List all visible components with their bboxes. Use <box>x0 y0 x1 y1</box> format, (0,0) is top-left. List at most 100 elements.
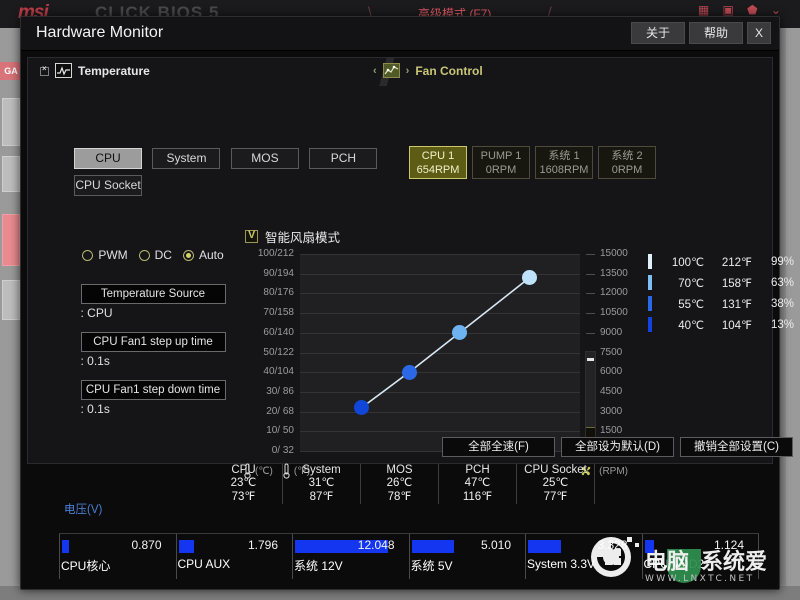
next-arrow-icon[interactable]: › <box>406 65 410 77</box>
y-axis-left-tick: 80/176 <box>263 287 294 299</box>
legend-duty: 38% <box>770 297 794 310</box>
fan-tab-system2-name: 系统 2 <box>611 150 643 162</box>
voltage-value: 1.796 <box>247 538 278 552</box>
legend-swatch <box>648 254 652 269</box>
voltage-cell-3: 12.048 系统 12V <box>292 534 409 579</box>
fan-section-header: ‹ › Fan Control <box>373 63 483 78</box>
voltage-name: CPU AUX <box>177 557 231 571</box>
y-axis-left-tick: 40/104 <box>263 366 294 378</box>
y-axis-left-tick: 70/158 <box>263 307 294 319</box>
rail-tab-3[interactable] <box>2 214 20 266</box>
fan-tab-cpu1-rpm: 654RPM <box>416 164 460 176</box>
y-axis-right-tick: 9000 <box>600 326 623 338</box>
voltage-bar-fill <box>411 540 455 553</box>
y-axis-tick-mark <box>586 273 595 275</box>
fan-tab-system2[interactable]: 系统 2 0RPM <box>598 146 656 179</box>
legend-fahrenheit: 158℉ <box>721 277 752 290</box>
voltage-name: 系统 5V <box>410 559 453 573</box>
radio-pwm[interactable] <box>82 249 94 261</box>
svg-text:电脑: 电脑 <box>645 549 689 575</box>
fan-control-column: PWM DC Auto Temperature Source : CPU CPU… <box>68 248 238 428</box>
fan-tab-system1-rpm: 1608RPM <box>539 164 589 176</box>
legend-fahrenheit: 131℉ <box>721 298 752 311</box>
radio-dc[interactable] <box>138 249 150 261</box>
fan-tab-system2-rpm: 0RPM <box>611 164 643 176</box>
y-axis-right-tick: 13500 <box>600 267 628 279</box>
temperature-source-button[interactable]: Temperature Source <box>80 284 226 304</box>
radio-auto[interactable] <box>182 249 194 261</box>
legend-swatch <box>648 317 652 332</box>
y-axis-right-tick: 15000 <box>600 248 628 259</box>
legend-row-2: 70℃ 158℉ 63% <box>648 272 794 293</box>
y-axis-left-tick: 60/140 <box>263 326 294 338</box>
fan-curve-plot-area[interactable]: 100/212 15000 90/194 13500 80/176 12000 70/158… <box>258 248 628 456</box>
tab-pch[interactable]: PCH <box>309 148 378 169</box>
temperature-source-value: : CPU <box>80 306 113 320</box>
temperature-tabs: CPU System MOS PCH CPU Socket <box>74 148 383 196</box>
fan-tab-cpu1[interactable]: CPU 1 654RPM <box>409 146 467 179</box>
bios-rail-tag: GA <box>0 62 22 80</box>
readout-fahrenheit: 73℉ <box>231 490 256 503</box>
prev-arrow-icon[interactable]: ‹ <box>373 65 377 77</box>
legend-duty: 63% <box>770 276 794 289</box>
fan-selector-tabs: CPU 1 654RPM PUMP 1 0RPM 系统 1 1608RPM 系统… <box>409 146 656 179</box>
voltage-name: CPU核心 <box>61 559 111 573</box>
step-down-time-button[interactable]: CPU Fan1 step down time <box>80 380 226 400</box>
voltage-cell-2: 1.796 CPU AUX <box>175 534 293 579</box>
tab-system[interactable]: System <box>152 148 221 169</box>
legend-fahrenheit: 104℉ <box>721 319 752 332</box>
readout-fahrenheit: 116℉ <box>462 490 493 503</box>
readout-name: CPU Socket <box>524 463 587 476</box>
fan-curve-line <box>361 277 531 409</box>
rail-tab-2[interactable] <box>2 156 20 192</box>
rpm-slider-handle[interactable] <box>587 358 594 361</box>
readout-fahrenheit: 87℉ <box>309 490 334 503</box>
readout-fahrenheit: 78℉ <box>387 490 412 503</box>
help-button[interactable]: 帮助 <box>689 22 743 44</box>
fan-tab-pump1-rpm: 0RPM <box>485 164 517 176</box>
all-default-button[interactable]: 全部设为默认(D) <box>561 437 674 457</box>
smart-fan-mode-row[interactable]: 智能风扇模式 <box>245 227 340 246</box>
tab-cpu[interactable]: CPU <box>74 148 142 169</box>
radio-dc-label: DC <box>154 248 172 262</box>
y-axis-tick-mark <box>586 332 595 334</box>
temperature-checkbox-icon[interactable] <box>40 64 49 76</box>
about-button[interactable]: 关于 <box>631 22 685 44</box>
y-axis-right-tick: 12000 <box>600 287 628 299</box>
step-up-time-button[interactable]: CPU Fan1 step up time <box>80 332 226 352</box>
readout-name: System <box>302 463 341 476</box>
legend-row-1: 100℃ 212℉ 99% <box>648 251 794 272</box>
rail-tab-4[interactable] <box>2 280 20 320</box>
y-axis-right-tick: 7500 <box>600 346 623 358</box>
fan-graph-icon <box>382 63 400 78</box>
voltage-value: 5.010 <box>480 538 511 552</box>
y-axis-left-tick: 10/ 50 <box>266 425 294 437</box>
legend-celsius: 100℃ <box>671 256 704 269</box>
radio-pwm-label: PWM <box>98 248 128 262</box>
readout-fahrenheit: 77℉ <box>543 490 568 503</box>
smart-fan-mode-checkbox[interactable] <box>245 229 258 243</box>
undo-all-button[interactable]: 撤销全部设置(C) <box>680 437 793 457</box>
voltage-value: 12.048 <box>357 538 395 552</box>
y-axis-left-tick: 0/ 32 <box>271 445 294 456</box>
temperature-section-header: Temperature <box>40 63 150 78</box>
bios-status-icons: ▦ ▣ ⬟ ⌄ <box>697 3 786 17</box>
readout-celsius: 26℃ <box>386 477 413 490</box>
readout-celsius: 47℃ <box>464 477 491 490</box>
step-up-time-value: : 0.1s <box>80 354 110 368</box>
fan-curve-point-2[interactable] <box>401 364 417 380</box>
fan-tab-pump1[interactable]: PUMP 1 0RPM <box>472 146 530 179</box>
tab-cpu-socket[interactable]: CPU Socket <box>74 175 142 196</box>
y-axis-right-tick: 10500 <box>600 307 628 319</box>
y-axis-left-tick: 90/194 <box>263 267 294 279</box>
tab-mos[interactable]: MOS <box>230 148 299 169</box>
rail-tab-1[interactable] <box>2 98 20 146</box>
close-button[interactable]: X <box>747 22 771 44</box>
fan-mode-radios: PWM DC Auto <box>68 248 238 262</box>
all-full-speed-button[interactable]: 全部全速(F) <box>442 437 555 457</box>
rpm-slider[interactable] <box>585 351 596 445</box>
readout-pch: PCH 47℃ 116℉ <box>439 463 517 505</box>
voltage-cell-1: 0.870 CPU核心 <box>59 534 176 579</box>
readout-mos: MOS 26℃ 78℉ <box>361 463 439 505</box>
fan-tab-system1[interactable]: 系统 1 1608RPM <box>535 146 593 179</box>
